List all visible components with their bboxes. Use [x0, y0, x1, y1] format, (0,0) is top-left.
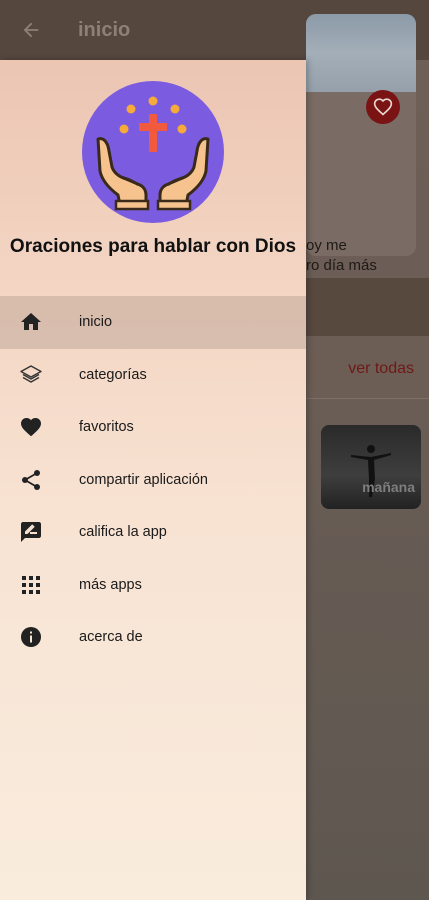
featured-text-line: ro día más: [306, 257, 377, 274]
menu-item-label: categorías: [79, 366, 147, 383]
menu-item-acerca-de[interactable]: acerca de: [0, 611, 306, 664]
share-icon: [19, 468, 43, 492]
featured-text-line: oy me: [306, 237, 347, 254]
see-all-link[interactable]: ver todas: [348, 360, 414, 378]
favorite-heart-icon[interactable]: [366, 90, 400, 124]
praying-hands-logo-icon: [82, 81, 224, 223]
menu-item-favoritos[interactable]: favoritos: [0, 401, 306, 454]
drawer-menu: inicio categorías favoritos compartir ap…: [0, 296, 306, 664]
apps-grid-icon: [19, 573, 43, 597]
menu-item-label: acerca de: [79, 629, 143, 646]
menu-item-label: más apps: [79, 576, 142, 593]
menu-item-label: compartir aplicación: [79, 471, 208, 488]
heart-icon: [19, 415, 43, 439]
prayer-thumbnail[interactable]: mañana: [321, 425, 421, 509]
thumbnail-label: mañana: [362, 479, 415, 495]
navigation-drawer[interactable]: Oraciones para hablar con Dios inicio ca…: [0, 60, 306, 900]
menu-item-califica[interactable]: califica la app: [0, 506, 306, 559]
section-separator: [306, 278, 429, 336]
menu-item-label: inicio: [79, 314, 113, 331]
menu-item-label: califica la app: [79, 524, 167, 541]
arrow-back-icon[interactable]: [16, 15, 46, 45]
drawer-header: Oraciones para hablar con Dios: [0, 60, 306, 296]
featured-prayer-image: [306, 14, 416, 92]
menu-item-compartir[interactable]: compartir aplicación: [0, 454, 306, 507]
menu-item-inicio[interactable]: inicio: [0, 296, 306, 349]
featured-prayer-card[interactable]: [306, 14, 416, 256]
featured-prayer-text: oy me ro día más: [306, 236, 416, 276]
menu-item-categorias[interactable]: categorías: [0, 349, 306, 402]
app-name: Oraciones para hablar con Dios: [9, 236, 297, 257]
menu-item-label: favoritos: [79, 419, 134, 436]
home-icon: [19, 310, 43, 334]
info-icon: [19, 625, 43, 649]
page-title: inicio: [78, 18, 131, 41]
rate-review-icon: [19, 520, 43, 544]
menu-item-mas-apps[interactable]: más apps: [0, 559, 306, 612]
layers-icon: [19, 363, 43, 387]
